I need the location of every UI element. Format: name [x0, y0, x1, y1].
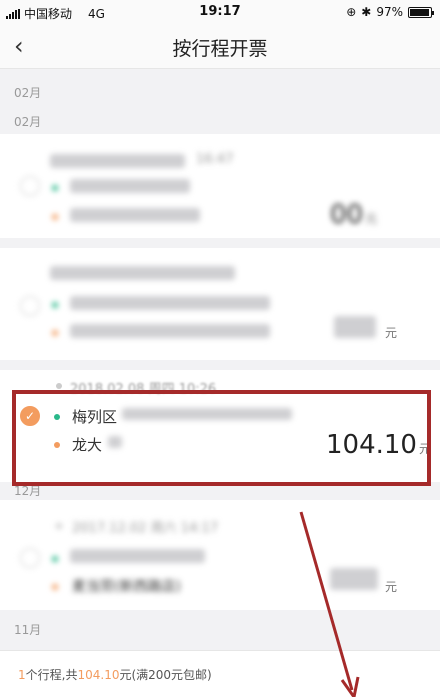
arrow-icon — [299, 511, 360, 697]
